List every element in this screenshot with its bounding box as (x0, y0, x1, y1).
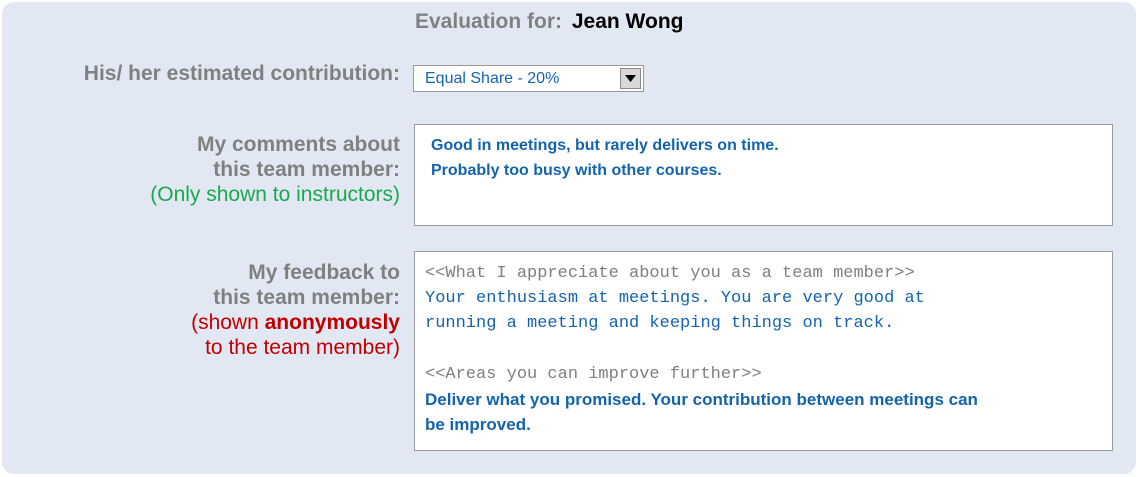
comments-visibility-note: (Only shown to instructors) (150, 183, 400, 206)
comments-label: My comments about this team member: (Onl… (150, 132, 400, 207)
contribution-label-text: His/ her estimated contribution: (83, 62, 400, 85)
comments-label-line1: My comments about (196, 133, 400, 156)
feedback-label-line1: My feedback to (248, 261, 400, 284)
contribution-selected-value: Equal Share - 20% (425, 70, 560, 87)
feedback-answer-line: running a meeting and keeping things on … (425, 314, 895, 333)
feedback-answer-line: be improved. (425, 415, 531, 434)
contribution-label: His/ her estimated contribution: (84, 61, 400, 86)
feedback-label-line2: this team member: (213, 286, 400, 309)
comments-line: Good in meetings, but rarely delivers on… (431, 137, 779, 154)
contribution-select[interactable]: Equal Share - 20% (413, 65, 644, 92)
feedback-textarea[interactable]: <<What I appreciate about you as a team … (414, 251, 1113, 451)
feedback-note-prefix: (shown (191, 311, 259, 334)
evaluation-header-prefix: Evaluation for: (415, 10, 563, 33)
feedback-prompt: <<Areas you can improve further>> (425, 365, 762, 384)
feedback-note-bold: anonymously (264, 311, 400, 334)
feedback-answer-line: Your enthusiasm at meetings. You are ver… (425, 289, 925, 308)
feedback-visibility-note: (shown anonymously (191, 310, 400, 335)
dropdown-button[interactable] (620, 68, 641, 89)
comments-textarea[interactable]: Good in meetings, but rarely delivers on… (414, 124, 1113, 226)
feedback-label: My feedback to this team member: (shown … (191, 260, 400, 360)
comments-label-line2: this team member: (213, 158, 400, 181)
feedback-visibility-note-line2: to the team member) (205, 336, 400, 359)
feedback-answer-line: Deliver what you promised. Your contribu… (425, 390, 978, 409)
feedback-prompt: <<What I appreciate about you as a team … (425, 264, 915, 283)
comments-line: Probably too busy with other courses. (431, 162, 722, 179)
evaluated-member-name: Jean Wong (571, 10, 684, 33)
chevron-down-icon (625, 75, 636, 82)
evaluation-header: Evaluation for: Jean Wong (415, 10, 683, 34)
